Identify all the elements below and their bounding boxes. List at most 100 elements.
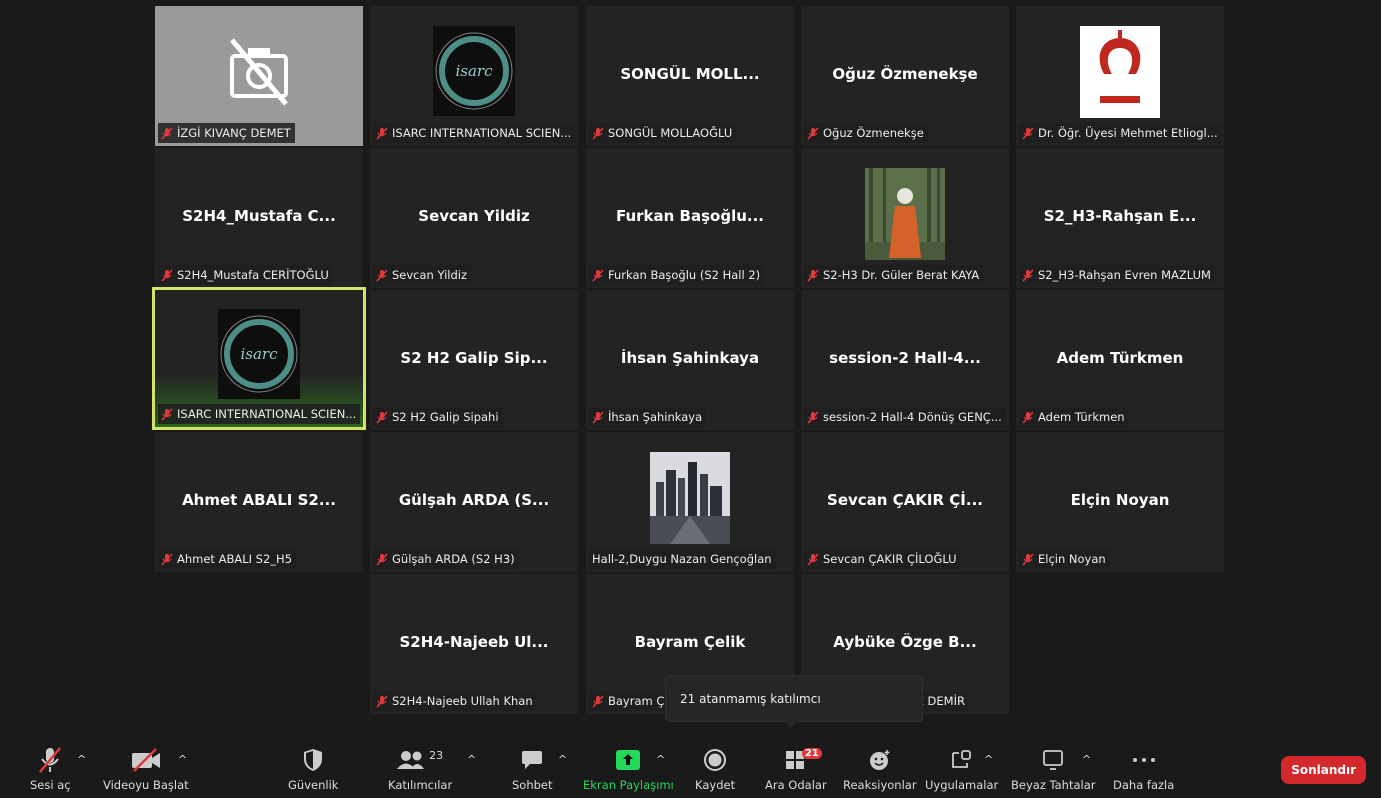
participant-tile[interactable]: S2H4_Mustafa C... S2H4_Mustafa CERİTOĞLU: [155, 148, 363, 288]
svg-text:isarc: isarc: [455, 62, 493, 80]
mic-muted-icon: [376, 694, 388, 708]
participant-display-name: Aybüke Özge B...: [833, 633, 977, 652]
participant-tile[interactable]: S2H4-Najeeb Ul... S2H4-Najeeb Ullah Khan: [370, 574, 578, 714]
participant-tile[interactable]: Hall-2,Duygu Nazan Gençoğlan: [586, 432, 794, 572]
participant-tile[interactable]: S2 H2 Galip Sip... S2 H2 Galip Sipahi: [370, 290, 578, 430]
participant-display-name: Gülşah ARDA (S...: [398, 491, 550, 510]
mic-muted-icon: [592, 268, 604, 282]
isarc-logo: isarc: [218, 309, 300, 399]
participant-display-name: Ahmet ABALI S2...: [182, 491, 336, 510]
end-meeting-button[interactable]: Sonlandır: [1281, 756, 1366, 784]
participant-tile[interactable]: Dr. Öğr. Üyesi Mehmet Etliogl...: [1016, 6, 1224, 146]
participant-tile[interactable]: Furkan Başoğlu... Furkan Başoğlu (S2 Hal…: [586, 148, 794, 288]
breakout-tooltip: 21 atanmamış katılımcı: [665, 675, 923, 728]
participants-count: 23: [429, 748, 444, 762]
participant-name-label: Sevcan ÇAKIR ÇİLOĞLU: [804, 549, 961, 569]
camera-off-icon: [230, 38, 288, 106]
chat-button[interactable]: Sohbet: [512, 746, 553, 792]
participant-tile[interactable]: Sevcan Yildiz Sevcan Yildiz: [370, 148, 578, 288]
participant-display-name: Sevcan Yildiz: [418, 207, 530, 226]
participant-display-name: Sevcan ÇAKIR Çİ...: [827, 491, 983, 510]
participant-name-label: Oğuz Özmenekşe: [804, 123, 928, 143]
video-options-chevron-icon[interactable]: ^: [178, 753, 187, 766]
city-photo: [650, 452, 730, 544]
unmute-button[interactable]: Sesi aç: [30, 746, 71, 792]
university-logo: [1080, 26, 1160, 118]
participant-display-name: SONGÜL MOLL...: [620, 65, 760, 84]
participants-options-chevron-icon[interactable]: ^: [467, 753, 476, 766]
participant-name-label: Bayram Ç: [589, 691, 669, 711]
mic-muted-icon: [161, 126, 173, 140]
audio-options-chevron-icon[interactable]: ^: [77, 753, 86, 766]
isarc-logo: isarc: [433, 26, 515, 116]
mic-muted-icon: [161, 407, 173, 421]
participant-name-label: S2-H3 Dr. Güler Berat KAYA: [804, 265, 984, 285]
participant-name-label: S2H4-Najeeb Ullah Khan: [373, 691, 537, 711]
participant-tile[interactable]: S2-H3 Dr. Güler Berat KAYA: [801, 148, 1009, 288]
participant-tile[interactable]: Elçin Noyan Elçin Noyan: [1016, 432, 1224, 572]
mic-muted-icon: [807, 268, 819, 282]
mic-muted-icon: [1022, 126, 1034, 140]
participant-name-label: S2H4_Mustafa CERİTOĞLU: [158, 265, 333, 285]
video-off-icon: [131, 748, 160, 772]
participant-name-label: ISARC INTERNATIONAL SCIEN...: [158, 404, 361, 424]
participant-display-name: Adem Türkmen: [1056, 349, 1184, 368]
more-button[interactable]: Daha fazla: [1113, 746, 1174, 792]
apps-icon: [951, 750, 971, 768]
meeting-toolbar: Sesi aç ^ Videoyu Başlat ^ Güvenlik 23 K…: [0, 738, 1381, 798]
participant-tile[interactable]: İhsan Şahinkaya İhsan Şahinkaya: [586, 290, 794, 430]
participant-name-label: Ahmet ABALI S2_H5: [158, 549, 297, 569]
participant-name-label: Dr. Öğr. Üyesi Mehmet Etliogl...: [1019, 123, 1222, 143]
mic-muted-icon: [807, 552, 819, 566]
chat-icon: [522, 751, 543, 769]
mic-muted-icon: [807, 126, 819, 140]
participant-name-label: Adem Türkmen: [1019, 407, 1129, 427]
participant-name-label: Elçin Noyan: [1019, 549, 1110, 569]
participant-name-label: Gülşah ARDA (S2 H3): [373, 549, 519, 569]
breakout-badge: 21: [801, 748, 822, 759]
participant-tile[interactable]: SONGÜL MOLL... SONGÜL MOLLAOĞLU: [586, 6, 794, 146]
participant-tile[interactable]: session-2 Hall-4... session-2 Hall-4 Dön…: [801, 290, 1009, 430]
participant-name-label: İZGİ KIVANÇ DEMET: [158, 123, 295, 143]
participant-name-label: S2 H2 Galip Sipahi: [373, 407, 503, 427]
participants-button[interactable]: 23 Katılımcılar: [388, 746, 452, 793]
participants-icon: [397, 751, 425, 769]
participant-display-name: session-2 Hall-4...: [829, 349, 981, 368]
svg-text:isarc: isarc: [240, 345, 278, 363]
participant-tile[interactable]: S2_H3-Rahşan E... S2_H3-Rahşan Evren MAZ…: [1016, 148, 1224, 288]
mic-muted-icon: [161, 268, 173, 282]
apps-options-chevron-icon[interactable]: ^: [984, 753, 993, 766]
participant-display-name: S2H4_Mustafa C...: [182, 207, 336, 226]
participant-name-label: Furkan Başoğlu (S2 Hall 2): [589, 265, 765, 285]
participant-tile[interactable]: Adem Türkmen Adem Türkmen: [1016, 290, 1224, 430]
start-video-button[interactable]: Videoyu Başlat: [103, 746, 189, 792]
participant-name-label: Sevcan Yildiz: [373, 265, 472, 285]
reactions-button[interactable]: Reaksiyonlar: [843, 746, 917, 792]
mic-muted-icon: [376, 126, 388, 140]
participant-tile[interactable]: isarc ISARC INTERNATIONAL SCIEN...: [370, 6, 578, 146]
mic-off-icon: [39, 747, 62, 773]
mic-muted-icon: [592, 694, 604, 708]
profile-photo: [865, 168, 945, 260]
whiteboards-options-chevron-icon[interactable]: ^: [1082, 753, 1091, 766]
mic-muted-icon: [161, 552, 173, 566]
mic-muted-icon: [1022, 268, 1034, 282]
participant-tile[interactable]: Ahmet ABALI S2... Ahmet ABALI S2_H5: [155, 432, 363, 572]
participant-display-name: S2H4-Najeeb Ul...: [399, 633, 549, 652]
record-button[interactable]: Kaydet: [695, 746, 735, 792]
active-speaker-tile[interactable]: isarc ISARC INTERNATIONAL SCIEN...: [152, 287, 366, 430]
participant-display-name: S2 H2 Galip Sip...: [400, 349, 548, 368]
mic-muted-icon: [592, 410, 604, 424]
whiteboard-icon: [1043, 750, 1064, 770]
participant-name-label: SONGÜL MOLLAOĞLU: [589, 123, 737, 143]
breakout-rooms-button[interactable]: 21 Ara Odalar: [765, 746, 827, 792]
participant-tile[interactable]: Sevcan ÇAKIR Çİ... Sevcan ÇAKIR ÇİLOĞLU: [801, 432, 1009, 572]
security-button[interactable]: Güvenlik: [288, 746, 338, 792]
smiley-icon: [869, 750, 890, 770]
participant-display-name: Elçin Noyan: [1070, 491, 1170, 510]
share-options-chevron-icon[interactable]: ^: [656, 753, 665, 766]
chat-options-chevron-icon[interactable]: ^: [558, 753, 567, 766]
participant-tile[interactable]: Oğuz Özmenekşe Oğuz Özmenekşe: [801, 6, 1009, 146]
participant-tile[interactable]: Gülşah ARDA (S... Gülşah ARDA (S2 H3): [370, 432, 578, 572]
participant-tile[interactable]: İZGİ KIVANÇ DEMET: [155, 6, 363, 146]
